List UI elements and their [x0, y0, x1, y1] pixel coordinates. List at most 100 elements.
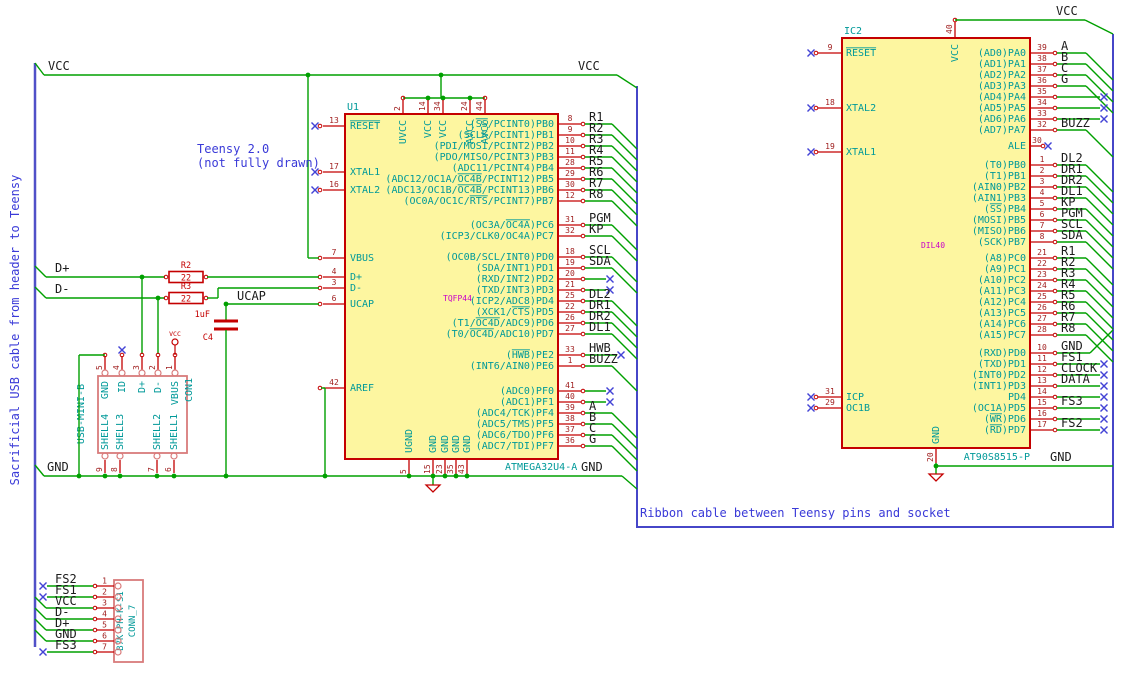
component-part-U1[interactable]: ATMEGA32U4-A — [505, 462, 577, 473]
wire[interactable] — [34, 618, 47, 631]
vcc-symbol-label[interactable]: VCC — [169, 330, 181, 338]
component-package-U1[interactable]: TQFP44 — [443, 294, 472, 303]
wire[interactable] — [611, 123, 638, 150]
wire[interactable] — [1085, 197, 1114, 226]
wire[interactable] — [1085, 268, 1114, 297]
component-ref-U1[interactable]: U1 — [347, 102, 359, 113]
net-label-FS3[interactable]: FS3 — [55, 638, 77, 652]
wire[interactable] — [611, 365, 638, 392]
wire[interactable] — [1085, 219, 1114, 248]
net-label-Dplus[interactable]: D+ — [55, 261, 69, 275]
pin-name: (A15)PC7 — [978, 330, 1026, 341]
net-label-G[interactable]: G — [589, 432, 596, 446]
wire[interactable] — [1085, 208, 1114, 237]
wire[interactable] — [611, 134, 638, 161]
component-part-IC2[interactable]: AT90S8515-P — [964, 452, 1030, 463]
wire[interactable] — [34, 265, 47, 278]
wire[interactable] — [611, 235, 638, 262]
wire[interactable] — [611, 423, 638, 450]
net-label-KP[interactable]: KP — [589, 222, 603, 236]
wire[interactable] — [34, 62, 45, 76]
net-label-UCAP[interactable]: UCAP — [237, 289, 266, 303]
net-label-FS3[interactable]: FS3 — [1061, 394, 1083, 408]
wire[interactable] — [1085, 241, 1114, 270]
component-ref-IC2[interactable]: IC2 — [844, 26, 862, 37]
wire[interactable] — [611, 267, 638, 294]
wire[interactable] — [1085, 323, 1114, 352]
wire[interactable] — [1085, 175, 1114, 204]
wire[interactable] — [616, 74, 638, 89]
wire[interactable] — [1085, 334, 1114, 363]
component-value-C4[interactable]: 1uF — [195, 310, 210, 320]
net-label-G[interactable]: G — [1061, 72, 1068, 86]
wire[interactable] — [611, 200, 638, 227]
wire[interactable] — [1085, 257, 1114, 286]
net-label-VCC[interactable]: VCC — [48, 59, 70, 73]
wire[interactable] — [1085, 74, 1114, 103]
wire[interactable] — [611, 412, 638, 439]
wire[interactable] — [1085, 290, 1114, 319]
net-label-DATA[interactable]: DATA — [1061, 372, 1091, 386]
net-label-SDA[interactable]: SDA — [589, 254, 611, 268]
wire[interactable] — [1085, 279, 1114, 308]
wire[interactable] — [611, 322, 638, 349]
net-label-DL1[interactable]: DL1 — [589, 320, 611, 334]
note-ribbon-cable[interactable]: Ribbon cable between Teensy pins and soc… — [640, 506, 951, 520]
net-label-BUZZ[interactable]: BUZZ — [1061, 116, 1090, 130]
wire[interactable] — [611, 445, 638, 472]
wire[interactable] — [611, 189, 638, 216]
component-ref-C4[interactable]: C4 — [203, 333, 213, 343]
wire[interactable] — [611, 156, 638, 183]
pin-name: (ADC1)PF1 — [500, 397, 554, 408]
wire[interactable] — [611, 311, 638, 338]
net-label-VCC[interactable]: VCC — [578, 59, 600, 73]
wire[interactable] — [1085, 230, 1114, 259]
component-ref-R2[interactable]: R2 — [181, 261, 191, 271]
component-value-R3[interactable]: 22 — [181, 295, 191, 305]
schematic-canvas[interactable]: VCC VCCU1ATMEGA32U4-ATQFP4413RESET17XTAL1… — [0, 0, 1131, 690]
wire[interactable] — [1085, 129, 1114, 158]
wire[interactable] — [1085, 85, 1114, 114]
component-ref-CON1[interactable]: CON1 — [184, 378, 195, 402]
pin-terminal-icon — [813, 394, 819, 400]
note-teensy[interactable]: Teensy 2.0 (not fully drawn) — [197, 142, 320, 170]
vcc-symbol-icon[interactable] — [171, 338, 179, 346]
net-label-GND[interactable]: GND — [1050, 450, 1072, 464]
wire[interactable] — [1085, 186, 1114, 215]
wire[interactable] — [34, 629, 47, 642]
pin-number: 37 — [1037, 65, 1047, 74]
net-label-FS2[interactable]: FS2 — [1061, 416, 1083, 430]
note-usb-cable[interactable]: Sacrificial USB cable from header to Tee… — [8, 175, 22, 486]
component-ref-R3[interactable]: R3 — [181, 282, 191, 292]
net-label-Dminus[interactable]: D- — [55, 282, 69, 296]
net-label-GND[interactable]: GND — [581, 460, 603, 474]
wire[interactable] — [621, 475, 638, 490]
component-package-IC2[interactable]: DIL40 — [921, 241, 945, 250]
wire[interactable] — [611, 300, 638, 327]
wire[interactable] — [611, 256, 638, 283]
wire[interactable] — [1085, 164, 1114, 193]
wire[interactable] — [611, 224, 638, 251]
net-label-GND[interactable]: GND — [47, 460, 69, 474]
wire[interactable] — [1084, 19, 1114, 35]
net-label-VCC[interactable]: VCC — [1056, 4, 1078, 18]
wire[interactable] — [34, 607, 47, 620]
net-label-BUZZ[interactable]: BUZZ — [589, 352, 618, 366]
capacitor-C4-plate[interactable] — [214, 319, 238, 323]
pin-name: (SS/PCINT0)PB0 — [470, 119, 554, 130]
component-ref-CONN7[interactable]: CONN_7 — [128, 605, 138, 638]
wire[interactable] — [611, 145, 638, 172]
net-label-SDA[interactable]: SDA — [1061, 228, 1083, 242]
net-label-R8[interactable]: R8 — [1061, 321, 1075, 335]
net-label-R8[interactable]: R8 — [589, 187, 603, 201]
wire[interactable] — [1085, 63, 1114, 92]
wire[interactable] — [1085, 52, 1114, 81]
wire[interactable] — [611, 178, 638, 205]
wire[interactable] — [34, 464, 45, 477]
wire[interactable] — [1085, 301, 1114, 330]
wire[interactable] — [34, 286, 47, 299]
wire[interactable] — [611, 167, 638, 194]
wire[interactable] — [1085, 312, 1114, 341]
wire[interactable] — [611, 434, 638, 461]
component-value-CON1[interactable]: USB-MINI-B — [76, 384, 87, 444]
